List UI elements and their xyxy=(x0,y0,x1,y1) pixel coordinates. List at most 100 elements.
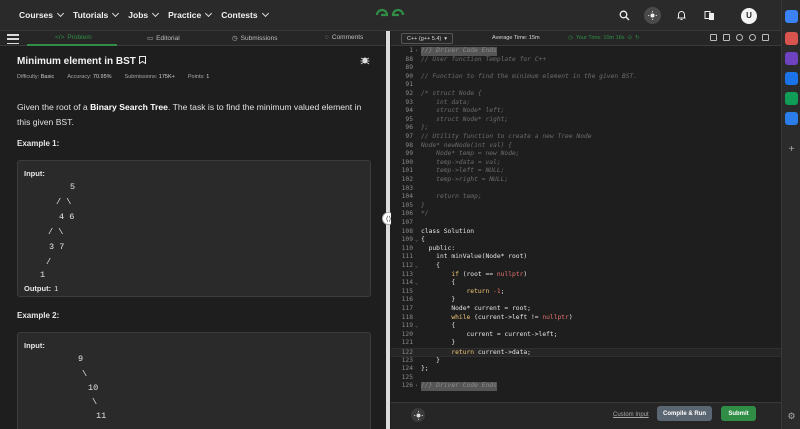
avatar[interactable]: U xyxy=(741,7,757,24)
code-line[interactable]: 105} xyxy=(391,202,781,211)
code-line[interactable]: 99 Node* temp = new Node; xyxy=(391,150,781,159)
compile-run-button[interactable]: Compile & Run xyxy=(657,406,712,421)
search-icon[interactable] xyxy=(616,8,632,24)
code-line[interactable]: 108 class Solution xyxy=(391,228,781,237)
settings-icon[interactable] xyxy=(736,34,743,41)
active-tab-indicator xyxy=(27,44,117,46)
line-number: 106 xyxy=(401,210,413,218)
theme-toggle-button[interactable] xyxy=(644,7,661,24)
tab-comments[interactable]: ◌ Comments xyxy=(325,34,363,41)
extension-icon[interactable] xyxy=(785,72,798,85)
submit-button[interactable]: Submit xyxy=(721,406,756,421)
tab-editorial[interactable]: ▭ Editorial xyxy=(147,34,180,43)
code-line[interactable]: 92 /* struct Node { xyxy=(391,90,781,99)
code-line[interactable]: 103 xyxy=(391,185,781,194)
editor-footer: Custom Input Compile & Run Submit xyxy=(391,402,781,429)
send-icon[interactable] xyxy=(785,112,798,125)
code-line[interactable]: 97 // Utility function to create a new Tr… xyxy=(391,133,781,142)
example-2-box: Input: 9 \ 10 \ 11 xyxy=(17,332,371,429)
reset-icon[interactable] xyxy=(749,34,756,41)
code-line[interactable]: 102 temp->right = NULL; xyxy=(391,176,781,185)
reset-timer-icon[interactable]: ↻ xyxy=(635,35,640,41)
theme-icon[interactable] xyxy=(411,408,425,422)
translate-icon[interactable] xyxy=(701,8,717,24)
bell-icon[interactable] xyxy=(673,8,689,24)
editor-panel: C++ (g++ 5.4) ▾ Average Time: 15m ◷ Your T… xyxy=(391,31,781,429)
line-number: 1 xyxy=(409,47,413,54)
code-line[interactable]: 95 struct Node* right; xyxy=(391,116,781,125)
code-line[interactable]: 104 return temp; xyxy=(391,193,781,202)
code-line[interactable]: 116 } xyxy=(391,296,781,305)
code-line[interactable]: 114 ⌄ { xyxy=(391,279,781,288)
bookmark-icon[interactable] xyxy=(138,56,146,65)
fold-icon[interactable]: › xyxy=(415,382,418,391)
export-icon[interactable] xyxy=(723,34,730,41)
code-line[interactable]: 125 xyxy=(391,374,781,383)
code-line[interactable]: 93 int data; xyxy=(391,99,781,108)
fold-icon[interactable]: › xyxy=(415,47,418,56)
tab-problem[interactable]: </> Problem xyxy=(55,34,92,41)
code-line[interactable]: 122 return current->data; xyxy=(391,348,781,357)
code-editor[interactable]: 1 ›//} Driver Code Ends 88// User function… xyxy=(391,47,781,402)
code-line[interactable]: 91 xyxy=(391,81,781,90)
code-line[interactable]: 89 xyxy=(391,64,781,73)
nav-tutorials[interactable]: Tutorials xyxy=(73,9,120,20)
menu-icon[interactable] xyxy=(7,34,19,44)
gfg-logo[interactable] xyxy=(374,7,406,23)
code-line[interactable]: 90 // Function to find the minimum elemen… xyxy=(391,73,781,82)
fold-icon[interactable]: ⌄ xyxy=(415,236,418,245)
code-line[interactable]: 111 int minValue(Node* root) xyxy=(391,253,781,262)
code-line[interactable]: 109 ⌄{ xyxy=(391,236,781,245)
fold-icon[interactable]: ⌄ xyxy=(415,322,418,331)
code-line[interactable]: 115 return -1; xyxy=(391,288,781,297)
code-line[interactable]: 121 } xyxy=(391,339,781,348)
custom-input-link[interactable]: Custom Input xyxy=(613,412,649,418)
gear-icon[interactable]: ⚙ xyxy=(785,410,798,423)
code-line[interactable]: 112 ⌄ { xyxy=(391,262,781,271)
code-line[interactable]: 98 Node* newNode(int val) { xyxy=(391,142,781,151)
code-text: int minValue(Node* root) xyxy=(421,253,528,261)
code-text: Node* newNode(int val) { xyxy=(421,141,512,149)
extension-icon[interactable] xyxy=(785,92,798,105)
fold-icon[interactable]: ⌄ xyxy=(415,262,418,271)
code-line[interactable]: 107 xyxy=(391,219,781,228)
tab-submissions[interactable]: ◷ Submissions xyxy=(232,34,278,43)
code-line[interactable]: 118 while (current->left != nullptr) xyxy=(391,314,781,323)
code-line[interactable]: 96}; xyxy=(391,124,781,133)
code-line[interactable]: 126 ›//} Driver Code Ends xyxy=(391,382,781,391)
code-line[interactable]: 119 ⌄ { xyxy=(391,322,781,331)
code-line[interactable]: 117 Node* current = root; xyxy=(391,305,781,314)
add-icon[interactable]: + xyxy=(785,143,798,156)
line-number: 91 xyxy=(405,81,413,89)
copy-icon[interactable] xyxy=(710,34,717,41)
code-line[interactable]: 123 } xyxy=(391,357,781,366)
panel-divider[interactable] xyxy=(386,31,390,429)
line-number: 111 xyxy=(401,253,413,261)
fullscreen-icon[interactable] xyxy=(762,34,769,41)
tree-line: 10 xyxy=(88,383,99,393)
code-line[interactable]: 88 // User function Template for C++ xyxy=(391,56,781,65)
report-bug-icon[interactable] xyxy=(360,55,370,65)
code-line[interactable]: 106 */ xyxy=(391,210,781,219)
code-line[interactable]: 1 ›//} Driver Code Ends xyxy=(391,47,781,56)
extension-icon[interactable] xyxy=(785,52,798,65)
extension-icon[interactable] xyxy=(785,32,798,45)
code-line[interactable]: 110 public: xyxy=(391,245,781,254)
app-window: Courses Tutorials Jobs Practice Contests… xyxy=(0,0,781,429)
fold-icon[interactable]: ⌄ xyxy=(415,279,418,288)
nav-courses[interactable]: Courses xyxy=(19,9,65,20)
bookmark-tag-icon[interactable] xyxy=(785,10,798,23)
nav-contests[interactable]: Contests xyxy=(221,9,269,20)
problem-title: Minimum element in BST xyxy=(17,56,146,67)
nav-practice[interactable]: Practice xyxy=(168,9,213,20)
nav-jobs[interactable]: Jobs xyxy=(128,9,160,20)
code-line[interactable]: 94 struct Node* left; xyxy=(391,107,781,116)
play-icon[interactable]: ⊙ xyxy=(628,35,633,41)
language-select[interactable]: C++ (g++ 5.4) ▾ xyxy=(401,33,454,44)
code-line[interactable]: 101 temp->left = NULL; xyxy=(391,167,781,176)
chevron-down-icon xyxy=(112,9,120,18)
code-text: } xyxy=(421,296,456,304)
code-line[interactable]: 113 if (root == nullptr) xyxy=(391,271,781,280)
code-line[interactable]: 124}; xyxy=(391,365,781,374)
code-line[interactable]: 120 current = current->left; xyxy=(391,331,781,340)
